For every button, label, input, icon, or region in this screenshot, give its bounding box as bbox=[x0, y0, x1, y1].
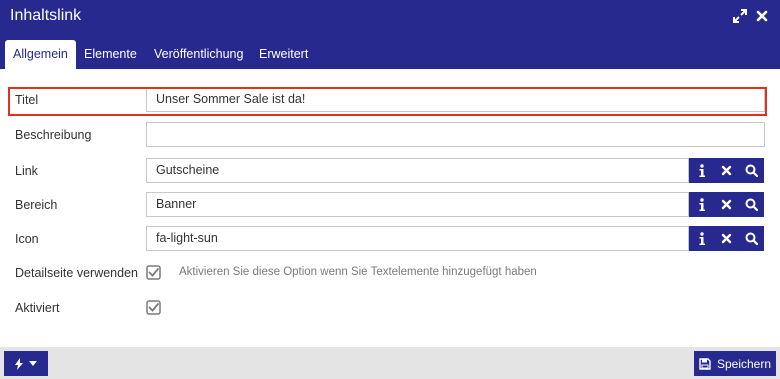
link-search-button[interactable] bbox=[739, 158, 764, 183]
save-button-label: Speichern bbox=[716, 356, 772, 371]
clear-icon bbox=[721, 233, 732, 244]
aktiviert-label: Aktiviert bbox=[15, 301, 60, 315]
search-icon bbox=[745, 198, 758, 211]
clear-icon bbox=[721, 199, 732, 210]
link-highlight-frame bbox=[8, 87, 767, 116]
beschreibung-label: Beschreibung bbox=[15, 128, 92, 142]
link-info-button[interactable] bbox=[689, 158, 714, 183]
search-icon bbox=[745, 232, 758, 245]
beschreibung-input[interactable] bbox=[146, 122, 765, 147]
close-icon[interactable] bbox=[754, 8, 770, 24]
tab-erweitert[interactable]: Erweitert bbox=[251, 40, 316, 69]
tab-allgemein[interactable]: Allgemein bbox=[5, 40, 76, 69]
search-icon bbox=[745, 164, 758, 177]
bereich-info-button[interactable] bbox=[689, 192, 714, 217]
bolt-icon bbox=[15, 357, 23, 370]
bereich-clear-button[interactable] bbox=[714, 192, 739, 217]
icon-input[interactable]: fa-light-sun bbox=[146, 226, 689, 251]
tab-veroeffentlichung[interactable]: Veröffentlichung bbox=[146, 40, 251, 69]
checkmark-icon bbox=[146, 265, 161, 280]
icon-info-button[interactable] bbox=[689, 226, 714, 251]
link-actions bbox=[689, 158, 764, 183]
window-title: Inhaltslink bbox=[10, 7, 82, 24]
save-icon bbox=[699, 357, 711, 370]
detailseite-label: Detailseite verwenden bbox=[15, 266, 138, 280]
info-icon bbox=[699, 197, 705, 211]
detailseite-checkbox[interactable] bbox=[146, 265, 161, 280]
link-label: Link bbox=[15, 164, 38, 178]
expand-icon[interactable] bbox=[732, 8, 748, 24]
detailseite-hint: Aktivieren Sie diese Option wenn Sie Tex… bbox=[179, 266, 537, 278]
save-button[interactable]: Speichern bbox=[694, 351, 776, 376]
tab-bar: Allgemein Elemente Veröffentlichung Erwe… bbox=[0, 36, 780, 69]
tab-elemente[interactable]: Elemente bbox=[76, 40, 145, 69]
bereich-search-button[interactable] bbox=[739, 192, 764, 217]
footer-bar: Speichern bbox=[0, 347, 780, 379]
icon-label: Icon bbox=[15, 232, 39, 246]
clear-icon bbox=[721, 165, 732, 176]
window-controls bbox=[732, 8, 770, 24]
icon-clear-button[interactable] bbox=[714, 226, 739, 251]
caret-down-icon bbox=[29, 361, 37, 366]
checkmark-icon bbox=[146, 300, 161, 315]
actions-dropdown-button[interactable] bbox=[4, 351, 48, 376]
icon-actions bbox=[689, 226, 764, 251]
info-icon bbox=[699, 163, 705, 177]
bereich-actions bbox=[689, 192, 764, 217]
window-titlebar: Inhaltslink bbox=[0, 0, 780, 36]
aktiviert-checkbox[interactable] bbox=[146, 300, 161, 315]
info-icon bbox=[699, 231, 705, 245]
link-clear-button[interactable] bbox=[714, 158, 739, 183]
form-panel: Titel Unser Sommer Sale ist da! Beschrei… bbox=[0, 69, 780, 347]
bereich-input[interactable]: Banner bbox=[146, 192, 689, 217]
icon-search-button[interactable] bbox=[739, 226, 764, 251]
bereich-label: Bereich bbox=[15, 198, 58, 212]
link-input[interactable]: Gutscheine bbox=[146, 158, 689, 183]
